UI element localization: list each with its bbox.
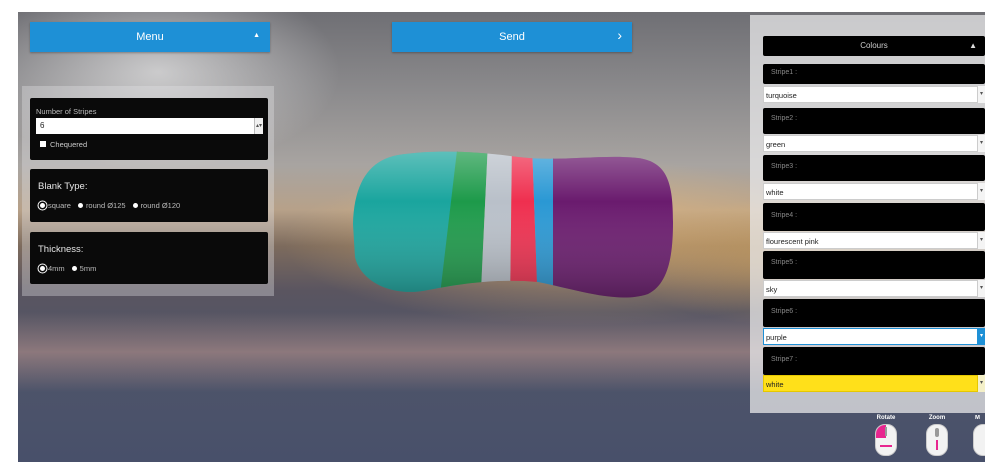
- thickness-section: Thickness: 4mm 5mm: [30, 232, 268, 284]
- thickness-5mm-radio[interactable]: [71, 266, 77, 271]
- stripe4-select[interactable]: flourescent pink: [763, 232, 978, 249]
- zoom-label: Zoom: [928, 415, 946, 421]
- colours-title: Colours: [860, 41, 888, 50]
- mouse-right-drag-icon: [973, 424, 985, 456]
- menu-label: Menu: [136, 31, 164, 43]
- mouse-scroll-icon: [926, 424, 948, 456]
- stripe6-select[interactable]: purple: [763, 328, 978, 345]
- stripe4-label: Stripe4 :: [763, 203, 985, 231]
- stripe6-label: Stripe6 :: [763, 299, 985, 327]
- rotate-label: Rotate: [876, 415, 896, 421]
- move-control[interactable]: M: [970, 415, 985, 456]
- thickness-5mm-label: 5mm: [79, 264, 97, 273]
- zoom-control[interactable]: Zoom: [926, 415, 948, 456]
- stripe7-select[interactable]: white: [763, 375, 978, 392]
- stripe3-label: Stripe3 :: [763, 155, 985, 181]
- blank-round125-radio[interactable]: [77, 203, 83, 208]
- chevron-down-icon[interactable]: ▾: [978, 135, 985, 152]
- chevron-right-icon: ›: [617, 27, 622, 43]
- stripe1-label: Stripe1 :: [763, 64, 985, 84]
- collapse-arrow-icon: ▲: [969, 41, 977, 50]
- chevron-down-icon[interactable]: ▾: [978, 232, 985, 249]
- stripe2-select[interactable]: green: [763, 135, 978, 152]
- send-label: Send: [499, 31, 525, 43]
- chevron-down-icon[interactable]: ▾: [978, 375, 985, 392]
- move-label: M: [975, 415, 980, 421]
- stripes-section: Number of Stripes 6 ▴▾ Chequered: [30, 98, 268, 160]
- chequered-label: Chequered: [50, 140, 88, 149]
- number-of-stripes-label: Number of Stripes: [36, 107, 97, 116]
- chevron-down-icon[interactable]: ▾: [978, 183, 985, 200]
- thickness-title: Thickness:: [38, 244, 84, 255]
- chevron-down-icon[interactable]: ▾: [978, 86, 985, 103]
- blank-round120-label: round Ø120: [140, 201, 181, 210]
- stripe7-label: Stripe7 :: [763, 347, 985, 375]
- chequered-checkbox[interactable]: [40, 141, 46, 147]
- collapse-arrow-icon: ▲: [253, 32, 260, 39]
- thickness-4mm-radio[interactable]: [40, 266, 45, 271]
- chevron-down-icon[interactable]: ▾: [978, 328, 985, 345]
- number-of-stripes-input[interactable]: 6: [36, 118, 254, 134]
- chevron-down-icon[interactable]: ▾: [978, 280, 985, 297]
- stripe3-select[interactable]: white: [763, 183, 978, 200]
- menu-button[interactable]: Menu ▲: [30, 22, 270, 52]
- colours-header[interactable]: Colours ▲: [763, 36, 985, 56]
- blank-round125-label: round Ø125: [85, 201, 126, 210]
- rotate-control[interactable]: Rotate: [875, 415, 897, 456]
- stripe2-label: Stripe2 :: [763, 108, 985, 134]
- blank-type-title: Blank Type:: [38, 181, 88, 192]
- blank-round120-radio[interactable]: [132, 203, 138, 208]
- mouse-left-drag-icon: [875, 424, 897, 456]
- thickness-4mm-label: 4mm: [48, 264, 65, 273]
- stripe5-select[interactable]: sky: [763, 280, 978, 297]
- blank-square-label: square: [48, 201, 71, 210]
- stripe1-select[interactable]: turquoise: [763, 86, 978, 103]
- stripes-stepper[interactable]: ▴▾: [254, 118, 263, 134]
- send-button[interactable]: Send ›: [392, 22, 632, 52]
- stripe5-label: Stripe5 :: [763, 251, 985, 279]
- blank-square-radio[interactable]: [40, 203, 45, 208]
- blank-type-section: Blank Type: square round Ø125 round Ø120: [30, 169, 268, 222]
